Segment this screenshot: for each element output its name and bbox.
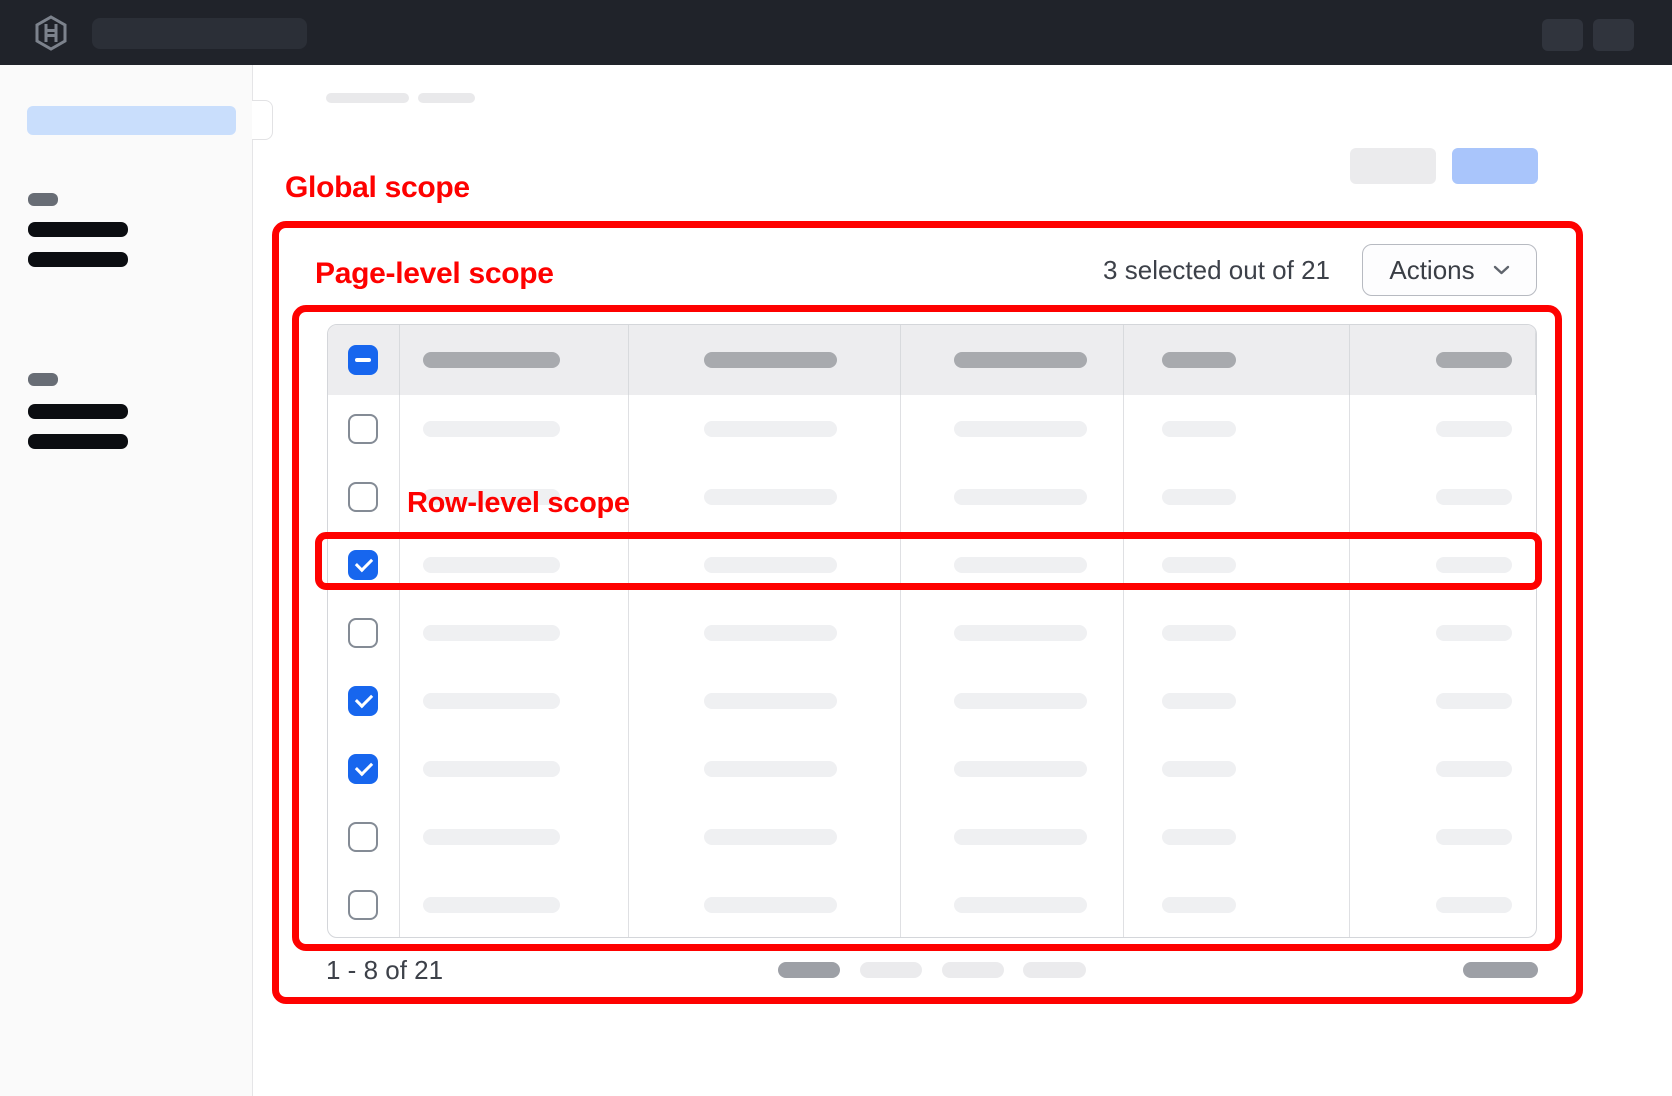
cell-skeleton xyxy=(954,761,1087,777)
row-checkbox[interactable] xyxy=(348,414,378,444)
cell-skeleton xyxy=(1162,489,1236,505)
cell-skeleton xyxy=(1436,489,1512,505)
cell-skeleton xyxy=(704,625,837,641)
hashicorp-logo-icon xyxy=(33,15,69,51)
cell-skeleton xyxy=(1436,625,1512,641)
cell-skeleton xyxy=(1436,897,1512,913)
cell-skeleton xyxy=(1436,557,1512,573)
cell-skeleton xyxy=(1162,557,1236,573)
table-row xyxy=(328,599,1536,667)
cell-skeleton xyxy=(954,489,1087,505)
table-header-row xyxy=(328,325,1536,395)
cell-skeleton xyxy=(423,625,560,641)
pagination-page-size-control[interactable] xyxy=(778,962,840,978)
breadcrumb-item[interactable] xyxy=(326,93,409,103)
cell-skeleton xyxy=(704,421,837,437)
pagination-page-button[interactable] xyxy=(942,962,1004,978)
sidebar-toggle-handle[interactable] xyxy=(252,100,273,140)
table-row xyxy=(328,395,1536,463)
cell-skeleton xyxy=(423,693,560,709)
row-checkbox[interactable] xyxy=(348,822,378,852)
sidebar-active-item[interactable] xyxy=(27,106,236,135)
pagination-page-button[interactable] xyxy=(860,962,922,978)
cell-skeleton xyxy=(954,693,1087,709)
actions-button-label: Actions xyxy=(1389,255,1474,286)
breadcrumb-item[interactable] xyxy=(418,93,475,103)
table-row xyxy=(328,531,1536,599)
page-level-scope-label: Page-level scope xyxy=(315,258,554,290)
table-row xyxy=(328,735,1536,803)
column-header-skeleton xyxy=(1162,352,1236,368)
sidebar-section-label xyxy=(28,193,58,206)
cell-skeleton xyxy=(704,761,837,777)
sidebar-nav-item[interactable] xyxy=(28,434,128,449)
cell-skeleton xyxy=(423,761,560,777)
topbar-user-menu-button[interactable] xyxy=(1593,19,1634,51)
sidebar xyxy=(0,65,253,1096)
secondary-action-button[interactable] xyxy=(1350,148,1436,184)
cell-skeleton xyxy=(704,693,837,709)
cell-skeleton xyxy=(954,625,1087,641)
cell-skeleton xyxy=(704,829,837,845)
table-row xyxy=(328,803,1536,871)
global-search-input[interactable] xyxy=(92,18,307,49)
sidebar-nav-item[interactable] xyxy=(28,404,128,419)
pagination-range-label: 1 - 8 of 21 xyxy=(326,955,443,986)
column-header-skeleton xyxy=(423,352,560,368)
cell-skeleton xyxy=(704,897,837,913)
cell-skeleton xyxy=(954,829,1087,845)
global-scope-label: Global scope xyxy=(285,172,470,204)
sidebar-nav-item[interactable] xyxy=(28,222,128,237)
row-checkbox-checked[interactable] xyxy=(348,550,378,580)
cell-skeleton xyxy=(423,421,560,437)
cell-skeleton xyxy=(1162,897,1236,913)
table-body xyxy=(328,395,1536,938)
row-level-scope-label: Row-level scope xyxy=(407,488,630,519)
row-checkbox-checked[interactable] xyxy=(348,686,378,716)
data-table xyxy=(327,324,1537,938)
cell-skeleton xyxy=(704,557,837,573)
primary-action-button[interactable] xyxy=(1452,148,1538,184)
selection-summary: 3 selected out of 21 xyxy=(1000,255,1330,286)
sidebar-section-label xyxy=(28,373,58,386)
pagination-page-button[interactable] xyxy=(1023,962,1086,978)
cell-skeleton xyxy=(954,897,1087,913)
cell-skeleton xyxy=(704,489,837,505)
chevron-down-icon xyxy=(1493,265,1510,275)
column-header-skeleton xyxy=(1436,352,1512,368)
table-row xyxy=(328,871,1536,938)
cell-skeleton xyxy=(1162,693,1236,709)
cell-skeleton xyxy=(1162,625,1236,641)
cell-skeleton xyxy=(1436,829,1512,845)
row-checkbox[interactable] xyxy=(348,618,378,648)
pagination-next-control[interactable] xyxy=(1463,962,1538,978)
cell-skeleton xyxy=(1162,829,1236,845)
sidebar-nav-item[interactable] xyxy=(28,252,128,267)
cell-skeleton xyxy=(1162,761,1236,777)
column-header-skeleton xyxy=(954,352,1087,368)
cell-skeleton xyxy=(1436,693,1512,709)
app-window: Global scope Page-level scope Row-level … xyxy=(0,0,1672,1096)
select-all-checkbox[interactable] xyxy=(348,345,378,375)
cell-skeleton xyxy=(423,897,560,913)
top-navigation-bar xyxy=(0,0,1672,65)
cell-skeleton xyxy=(1436,421,1512,437)
cell-skeleton xyxy=(954,421,1087,437)
cell-skeleton xyxy=(423,829,560,845)
column-header-skeleton xyxy=(704,352,837,368)
row-checkbox[interactable] xyxy=(348,482,378,512)
row-checkbox-checked[interactable] xyxy=(348,754,378,784)
actions-dropdown-button[interactable]: Actions xyxy=(1362,244,1537,296)
cell-skeleton xyxy=(954,557,1087,573)
row-checkbox[interactable] xyxy=(348,890,378,920)
cell-skeleton xyxy=(1162,421,1236,437)
topbar-help-button[interactable] xyxy=(1542,19,1583,51)
cell-skeleton xyxy=(423,557,560,573)
cell-skeleton xyxy=(1436,761,1512,777)
table-row xyxy=(328,667,1536,735)
